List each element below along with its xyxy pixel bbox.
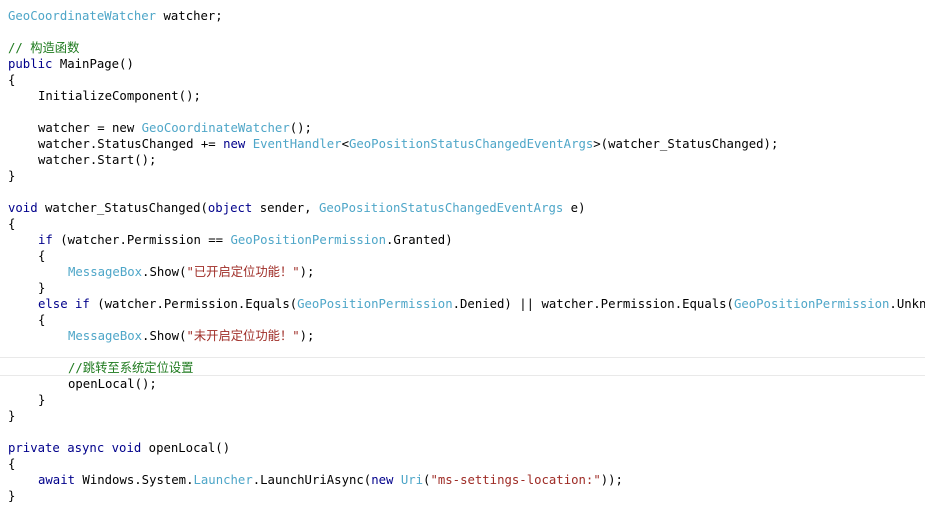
token-type: Uri bbox=[400, 473, 424, 487]
code-line-26[interactable]: } bbox=[0, 408, 925, 424]
token-plain: InitializeComponent(); bbox=[38, 89, 201, 103]
code-line-31[interactable]: } bbox=[0, 488, 925, 504]
token-type: GeoPositionStatusChangedEventArgs bbox=[318, 201, 564, 215]
token-plain: .Denied) || watcher.Permission.Equals( bbox=[452, 297, 734, 311]
token-plain: } bbox=[38, 393, 46, 407]
token-type: Launcher bbox=[193, 473, 253, 487]
token-type: GeoPositionPermission bbox=[733, 297, 890, 311]
token-plain: .Unknown)) bbox=[889, 297, 925, 311]
code-line-3[interactable]: // 构造函数 bbox=[0, 40, 925, 56]
code-line-25[interactable]: } bbox=[0, 392, 925, 408]
token-type: GeoPositionPermission bbox=[297, 297, 453, 311]
token-plain: } bbox=[8, 169, 16, 183]
code-line-17[interactable]: MessageBox.Show("已开启定位功能！"); bbox=[0, 264, 925, 280]
token-keyword: public bbox=[8, 57, 53, 71]
code-line-20[interactable]: { bbox=[0, 312, 925, 328]
code-line-18[interactable]: } bbox=[0, 280, 925, 296]
token-plain: { bbox=[8, 73, 16, 87]
code-line-4[interactable]: public MainPage() bbox=[0, 56, 925, 72]
token-plain: { bbox=[8, 457, 16, 471]
token-plain: openLocal() bbox=[141, 441, 231, 455]
token-plain: watcher_StatusChanged( bbox=[37, 201, 208, 215]
code-line-7[interactable] bbox=[0, 104, 925, 120]
token-plain: } bbox=[38, 281, 46, 295]
code-line-30[interactable]: await Windows.System.Launcher.LaunchUriA… bbox=[0, 472, 925, 488]
token-type: GeoPositionStatusChangedEventArgs bbox=[348, 137, 594, 151]
token-plain: Windows.System. bbox=[75, 473, 194, 487]
token-keyword: object bbox=[207, 201, 253, 215]
token-plain: { bbox=[38, 313, 46, 327]
token-type: GeoPositionPermission bbox=[230, 233, 386, 247]
token-plain: watcher.StatusChanged += bbox=[38, 137, 224, 151]
token-type: GeoCoordinateWatcher bbox=[8, 9, 157, 23]
token-type: EventHandler bbox=[252, 137, 342, 151]
token-comment: //跳转至系统定位设置 bbox=[68, 361, 194, 375]
code-line-1[interactable]: GeoCoordinateWatcher watcher; bbox=[0, 8, 925, 24]
code-line-21[interactable]: MessageBox.Show("未开启定位功能！"); bbox=[0, 328, 925, 344]
code-line-2[interactable] bbox=[0, 24, 925, 40]
code-line-6[interactable]: InitializeComponent(); bbox=[0, 88, 925, 104]
token-plain: < bbox=[341, 137, 349, 151]
token-string: "已开启定位功能！" bbox=[186, 265, 300, 279]
token-comment: // 构造函数 bbox=[8, 41, 80, 55]
token-plain: ); bbox=[299, 265, 315, 279]
code-line-28[interactable]: private async void openLocal() bbox=[0, 440, 925, 456]
token-plain: } bbox=[8, 489, 16, 503]
token-plain: openLocal(); bbox=[68, 377, 157, 391]
token-type: MessageBox bbox=[68, 329, 143, 343]
token-keyword: private async void bbox=[8, 441, 142, 455]
token-plain: (); bbox=[289, 121, 312, 135]
token-plain: MainPage() bbox=[52, 57, 134, 71]
token-plain: { bbox=[8, 217, 16, 231]
code-line-12[interactable] bbox=[0, 184, 925, 200]
code-line-14[interactable]: { bbox=[0, 216, 925, 232]
token-plain: { bbox=[38, 249, 46, 263]
code-line-5[interactable]: { bbox=[0, 72, 925, 88]
token-plain: (watcher.Permission == bbox=[52, 233, 231, 247]
code-line-13[interactable]: void watcher_StatusChanged(object sender… bbox=[0, 200, 925, 216]
token-plain: .Granted) bbox=[385, 233, 453, 247]
token-plain: >(watcher_StatusChanged); bbox=[593, 137, 779, 151]
token-keyword: await bbox=[38, 473, 76, 487]
token-plain: watcher; bbox=[156, 9, 223, 23]
code-line-8[interactable]: watcher = new GeoCoordinateWatcher(); bbox=[0, 120, 925, 136]
token-plain: watcher = new bbox=[38, 121, 142, 135]
token-plain: .Show( bbox=[142, 265, 187, 279]
token-plain: (watcher.Permission.Equals( bbox=[89, 297, 298, 311]
code-line-9[interactable]: watcher.StatusChanged += new EventHandle… bbox=[0, 136, 925, 152]
code-editor-viewport[interactable]: GeoCoordinateWatcher watcher; // 构造函数 pub… bbox=[0, 0, 925, 522]
code-line-15[interactable]: if (watcher.Permission == GeoPositionPer… bbox=[0, 232, 925, 248]
code-line-22[interactable] bbox=[0, 344, 925, 360]
token-plain: } bbox=[8, 409, 16, 423]
token-plain: .Show( bbox=[142, 329, 187, 343]
code-line-29[interactable]: { bbox=[0, 456, 925, 472]
token-plain: ); bbox=[299, 329, 315, 343]
token-plain: .LaunchUriAsync( bbox=[252, 473, 372, 487]
token-keyword: new bbox=[223, 137, 246, 151]
code-line-19[interactable]: else if (watcher.Permission.Equals(GeoPo… bbox=[0, 296, 925, 312]
token-keyword: if bbox=[38, 233, 53, 247]
token-plain: )); bbox=[600, 473, 623, 487]
token-keyword: else if bbox=[38, 297, 90, 311]
code-line-16[interactable]: { bbox=[0, 248, 925, 264]
code-line-24[interactable]: openLocal(); bbox=[0, 376, 925, 392]
token-type: MessageBox bbox=[68, 265, 143, 279]
token-string: "未开启定位功能！" bbox=[186, 329, 300, 343]
token-plain: sender, bbox=[252, 201, 319, 215]
token-keyword: void bbox=[8, 201, 38, 215]
token-keyword: new bbox=[371, 473, 394, 487]
token-string: "ms-settings-location:" bbox=[430, 473, 601, 487]
token-type: GeoCoordinateWatcher bbox=[141, 121, 290, 135]
code-line-10[interactable]: watcher.Start(); bbox=[0, 152, 925, 168]
code-line-11[interactable]: } bbox=[0, 168, 925, 184]
code-line-23[interactable]: //跳转至系统定位设置 bbox=[0, 360, 925, 376]
token-plain: e) bbox=[563, 201, 586, 215]
code-line-27[interactable] bbox=[0, 424, 925, 440]
token-plain: watcher.Start(); bbox=[38, 153, 157, 167]
